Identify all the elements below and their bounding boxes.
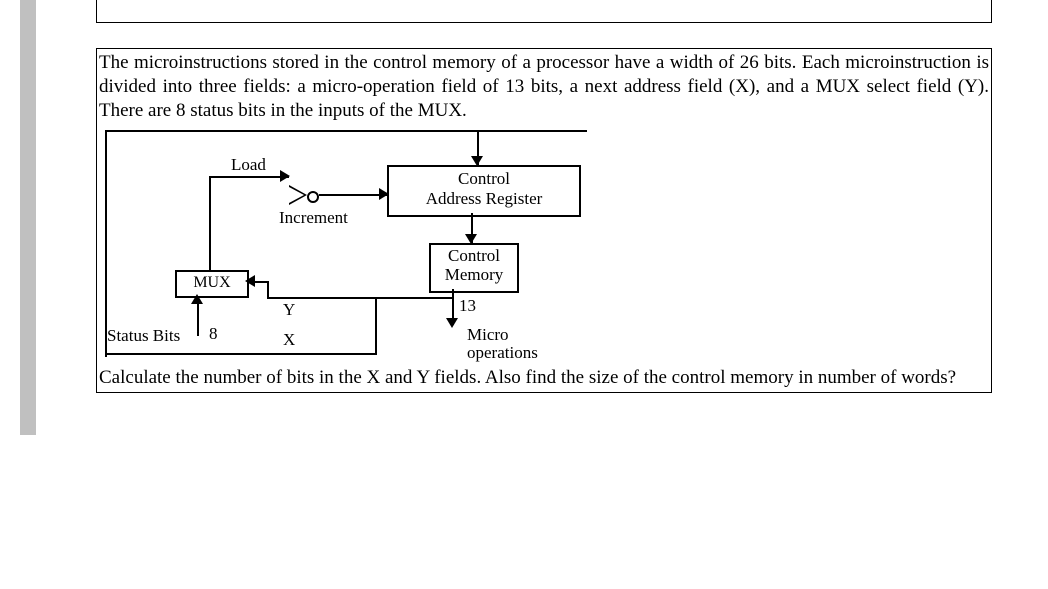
car-label-2: Address Register xyxy=(426,189,543,208)
wire-x-vert xyxy=(375,297,377,355)
problem-question-text: Calculate the number of bits in the X an… xyxy=(97,366,991,392)
status-bits-label: Status Bits xyxy=(107,326,180,346)
microop-bits-count: 13 xyxy=(459,296,476,316)
wire-incr-to-car xyxy=(319,194,387,196)
load-label: Load xyxy=(231,155,266,175)
top-empty-cell xyxy=(96,0,992,23)
arrow-microops xyxy=(446,318,458,328)
microops-line2: operations xyxy=(467,343,538,362)
problem-cell: The microinstructions stored in the cont… xyxy=(96,48,992,393)
cm-label-2: Memory xyxy=(445,265,504,284)
left-margin-rule xyxy=(20,0,36,435)
increment-label: Increment xyxy=(279,208,348,228)
arrow-into-incr xyxy=(280,170,290,182)
problem-intro-text: The microinstructions stored in the cont… xyxy=(97,49,991,122)
x-field-label: X xyxy=(283,330,295,350)
status-bits-count: 8 xyxy=(209,324,218,344)
cm-label-1: Control xyxy=(448,246,500,265)
arrow-status-into-mux xyxy=(191,294,203,304)
microops-line1: Micro xyxy=(467,325,509,344)
y-field-label: Y xyxy=(283,300,295,320)
increment-gate-icon-fill xyxy=(289,187,304,203)
micro-operations-label: Micro operations xyxy=(467,326,538,362)
arrow-into-car-top xyxy=(471,156,483,166)
wire-field-bus xyxy=(267,297,454,299)
control-memory-box: Control Memory xyxy=(429,243,519,293)
car-label-1: Control xyxy=(458,169,510,188)
mux-label: MUX xyxy=(193,274,230,291)
arrow-into-car-incr xyxy=(379,188,389,200)
wire-x-horiz xyxy=(105,353,377,355)
mux-box: MUX xyxy=(175,270,249,298)
control-address-register-box: Control Address Register xyxy=(387,165,581,217)
page: The microinstructions stored in the cont… xyxy=(0,0,1048,589)
block-diagram: Control Address Register Control Memory … xyxy=(97,130,991,362)
wire-mux-to-load-vert xyxy=(209,176,211,270)
wire-load-horiz xyxy=(209,176,289,178)
arrow-into-cm xyxy=(465,234,477,244)
arrow-y-into-mux xyxy=(245,275,255,287)
wire-y-up xyxy=(267,281,269,299)
